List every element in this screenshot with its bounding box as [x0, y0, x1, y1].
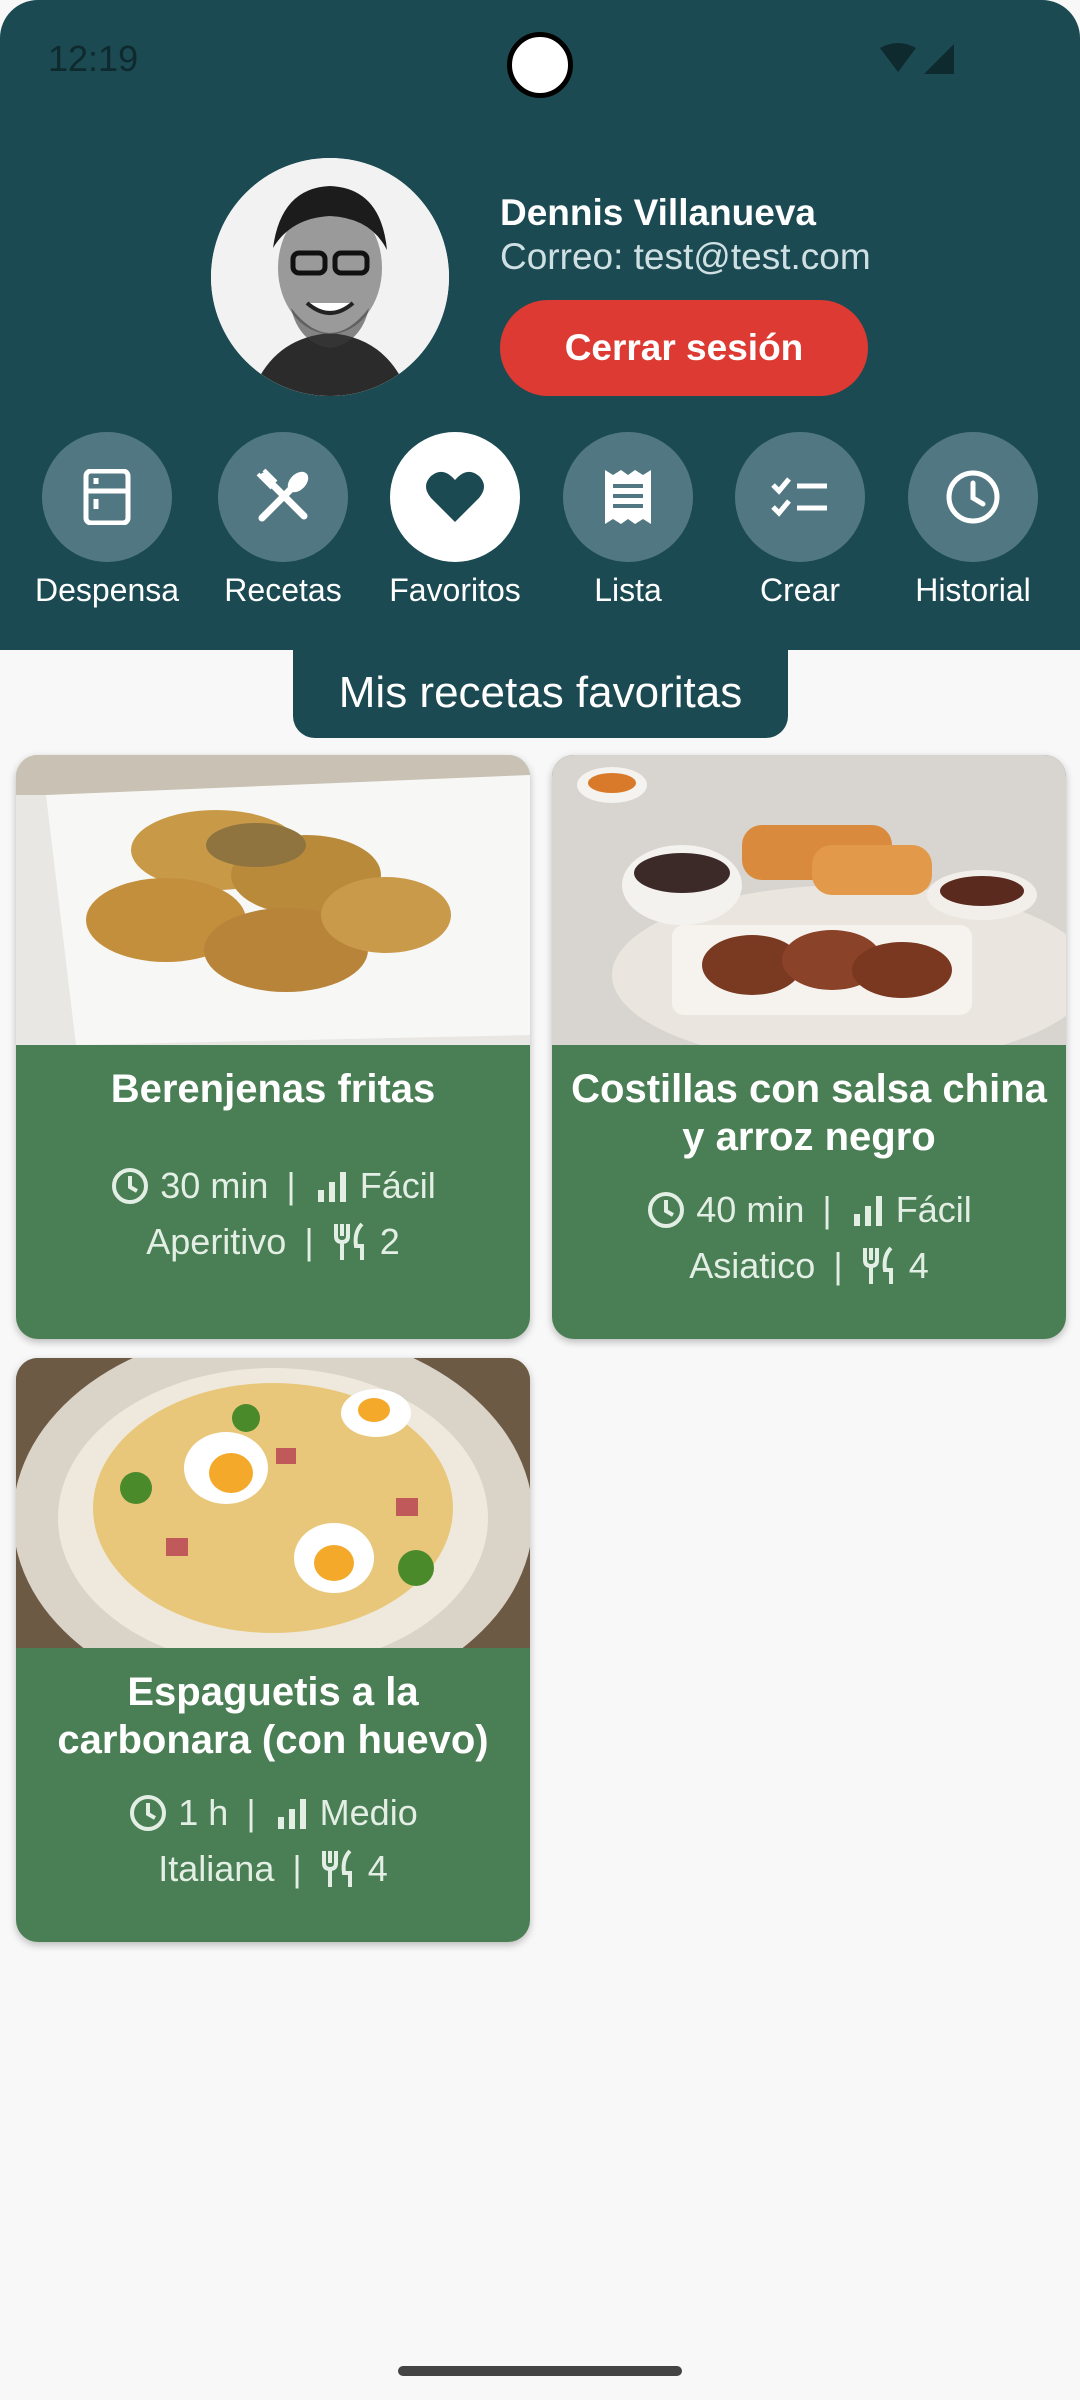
recipe-image [16, 1358, 530, 1648]
recipe-image [16, 755, 530, 1045]
recipe-category: Asiatico [689, 1245, 816, 1286]
nav-label: Recetas [224, 572, 342, 608]
user-name: Dennis Villanueva [500, 192, 816, 233]
recipe-time: 30 min [160, 1165, 269, 1206]
section-title: Mis recetas favoritas [293, 648, 788, 738]
recipe-servings: 4 [908, 1245, 929, 1286]
nav-circle [735, 432, 865, 562]
fork-knife-icon [321, 1849, 352, 1887]
avatar [211, 158, 449, 396]
heart-icon [426, 471, 484, 522]
recipe-time: 1 h [178, 1792, 229, 1833]
clock-icon [648, 1192, 685, 1228]
nav-circle-active [390, 432, 520, 562]
clock-icon [946, 470, 1000, 524]
recipe-meta-time: 40 min | Fácil [552, 1189, 1066, 1231]
nav-label: Despensa [34, 572, 180, 608]
logout-button[interactable]: Cerrar sesión [500, 300, 868, 396]
recipe-meta-time: 1 h | Medio [16, 1792, 530, 1834]
recipe-difficulty: Fácil [895, 1189, 972, 1230]
recipe-category: Aperitivo [146, 1221, 287, 1262]
clock-icon [112, 1168, 149, 1204]
checklist-icon [771, 477, 827, 517]
recipe-card-costillas[interactable]: Costillas con salsa china y arroz negro … [552, 755, 1066, 1339]
difficulty-bars-icon [853, 1196, 882, 1226]
meta-separator: | [304, 1221, 314, 1262]
nav-circle [908, 432, 1038, 562]
nav-circle [563, 432, 693, 562]
meta-separator: | [286, 1165, 296, 1206]
recipe-difficulty: Fácil [359, 1165, 436, 1206]
fork-knife-icon [333, 1222, 364, 1260]
nav-label: Crear [759, 572, 840, 608]
recipe-image [552, 755, 1066, 1045]
recipe-servings: 2 [379, 1221, 400, 1262]
meta-separator: | [833, 1245, 843, 1286]
recipe-servings: 4 [367, 1848, 388, 1889]
meta-separator: | [246, 1792, 256, 1833]
recipe-meta-category: Asiatico | 4 [552, 1245, 1066, 1287]
profile-header: 12:19 Dennis Villanueva Correo: test@tes… [0, 0, 1080, 650]
recipe-meta-time: 30 min | Fácil [16, 1165, 530, 1207]
fridge-icon [83, 469, 131, 525]
difficulty-bars-icon [317, 1172, 346, 1202]
nav-circle [42, 432, 172, 562]
nav-label: Favoritos [389, 572, 521, 608]
clock-icon [130, 1795, 167, 1831]
receipt-list-icon [605, 470, 651, 524]
fork-knife-icon [862, 1246, 893, 1284]
recipe-meta-category: Aperitivo | 2 [16, 1221, 530, 1263]
meta-separator: | [292, 1848, 302, 1889]
recipe-title: Costillas con salsa china y arroz negro [571, 1067, 1047, 1159]
recipe-category: Italiana [158, 1848, 275, 1889]
nav-circle [218, 432, 348, 562]
nav-item-recetas[interactable]: Recetas [193, 432, 373, 622]
nav-item-historial[interactable]: Historial [883, 432, 1063, 622]
recipe-card-berenjenas[interactable]: Berenjenas fritas 30 min | Fácil Aperiti… [16, 755, 530, 1339]
nav-label: Lista [594, 572, 662, 608]
nav-item-favoritos[interactable]: Favoritos [365, 432, 545, 622]
recipe-meta-category: Italiana | 4 [16, 1848, 530, 1890]
recipe-title: Espaguetis a la carbonara (con huevo) [57, 1670, 489, 1762]
user-email: Correo: test@test.com [500, 236, 871, 277]
nav-label: Historial [915, 572, 1031, 608]
recipe-card-espaguetis[interactable]: Espaguetis a la carbonara (con huevo) 1 … [16, 1358, 530, 1942]
recipe-title: Berenjenas fritas [110, 1067, 436, 1111]
status-time: 12:19 [48, 38, 139, 79]
camera-cutout [507, 32, 573, 98]
home-indicator[interactable] [398, 2366, 682, 2376]
recipe-time: 40 min [696, 1189, 805, 1230]
signal-wifi-icon [880, 43, 954, 74]
nav-item-despensa[interactable]: Despensa [17, 432, 197, 622]
recipe-difficulty: Medio [319, 1792, 418, 1833]
nav-item-crear[interactable]: Crear [710, 432, 890, 622]
nav-item-lista[interactable]: Lista [538, 432, 718, 622]
utensils-cross-icon [256, 468, 309, 522]
meta-separator: | [822, 1189, 832, 1230]
difficulty-bars-icon [277, 1799, 306, 1829]
